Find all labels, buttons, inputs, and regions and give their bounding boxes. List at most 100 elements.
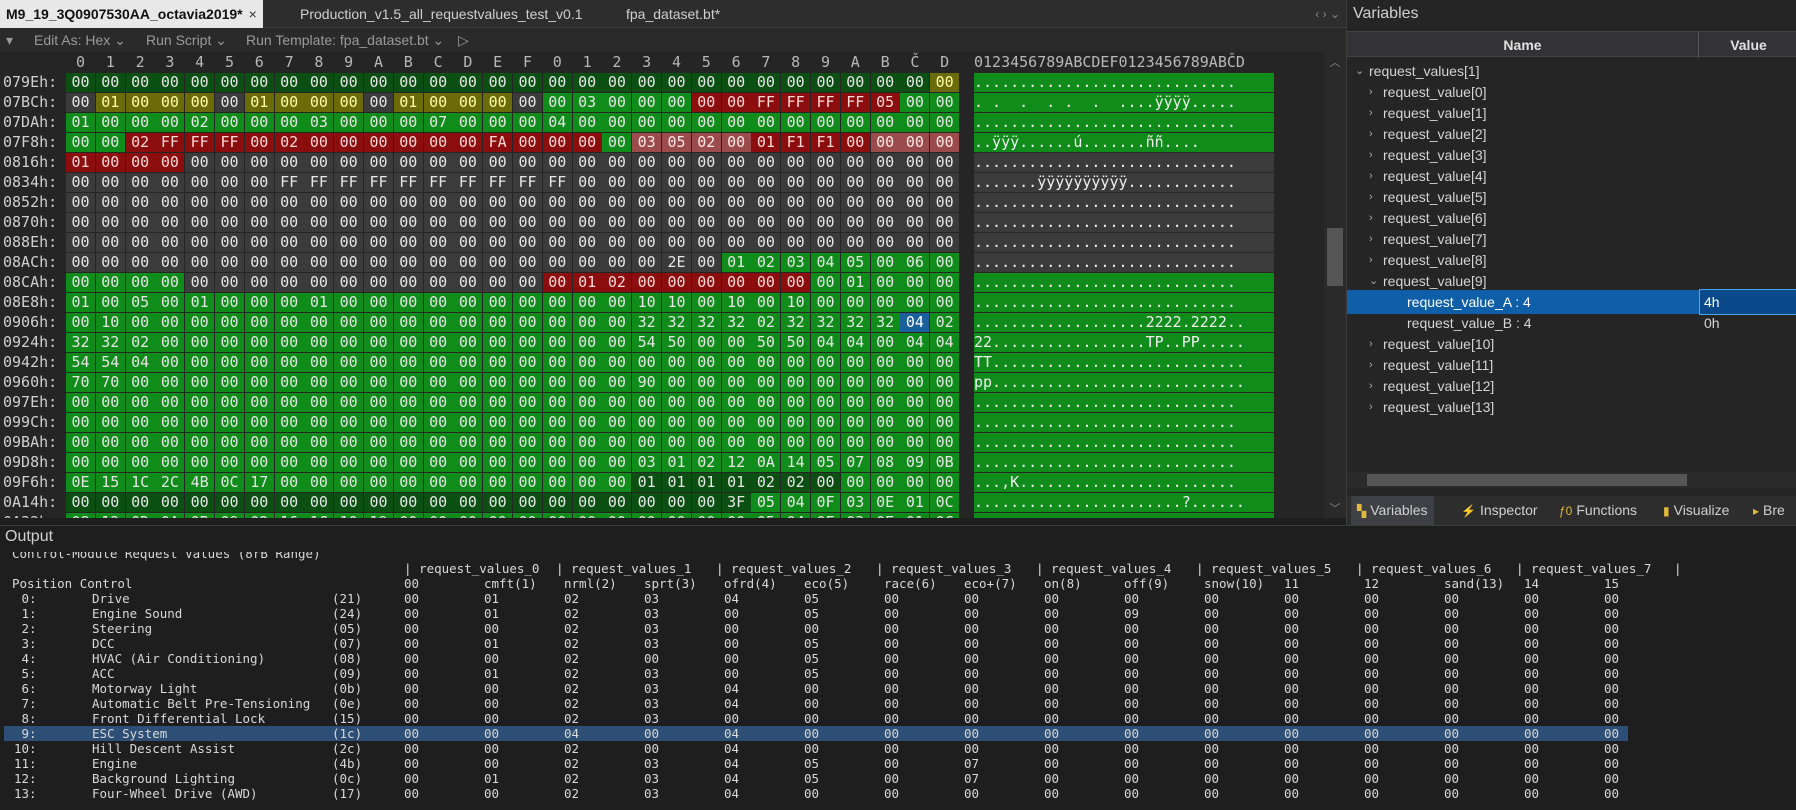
hex-byte[interactable]: 00 <box>215 413 244 432</box>
hex-byte[interactable]: 00 <box>602 233 632 252</box>
hex-byte[interactable]: 90 <box>632 373 662 392</box>
hex-byte[interactable]: 10 <box>334 513 364 518</box>
hex-byte[interactable]: 00 <box>721 193 751 212</box>
hex-byte[interactable]: 00 <box>185 313 215 332</box>
hex-byte[interactable]: 00 <box>900 93 930 112</box>
hex-byte[interactable]: 00 <box>334 113 364 132</box>
hex-byte[interactable]: 00 <box>95 233 125 252</box>
hex-byte[interactable]: 00 <box>781 433 811 452</box>
output-text[interactable]: Control-Module Request Values (8rB Range… <box>0 552 1796 810</box>
hex-byte[interactable]: 00 <box>125 373 155 392</box>
output-row[interactable]: 8: Front Differential Lock (15) 00 00 02 03 00 0… <box>0 711 1796 726</box>
hex-byte[interactable]: 04 <box>930 333 960 352</box>
hex-byte[interactable]: 00 <box>870 353 900 372</box>
hex-byte[interactable]: 00 <box>572 373 602 392</box>
hex-byte[interactable]: 2C <box>155 473 185 492</box>
hex-byte[interactable]: 12 <box>721 453 751 472</box>
hex-byte[interactable]: 03 <box>572 93 602 112</box>
hex-byte[interactable]: 00 <box>691 113 721 132</box>
hex-byte[interactable]: 00 <box>930 93 960 112</box>
hex-byte[interactable]: 02 <box>274 133 304 152</box>
hex-byte[interactable]: 00 <box>840 393 870 412</box>
output-row[interactable]: 13: Four-Wheel Drive (AWD) (17) 00 00 02 03 04 0… <box>0 786 1796 801</box>
hex-byte[interactable]: 00 <box>244 453 274 472</box>
hex-byte[interactable]: 00 <box>453 453 483 472</box>
hex-byte[interactable]: 00 <box>185 333 215 352</box>
hex-byte[interactable]: 00 <box>721 273 751 292</box>
hex-byte[interactable]: 00 <box>483 113 513 132</box>
hex-byte[interactable]: 00 <box>334 473 364 492</box>
hex-byte[interactable]: 00 <box>125 453 155 472</box>
hex-byte[interactable]: FF <box>393 173 423 192</box>
ascii-text[interactable]: ............................. <box>974 253 1274 272</box>
hex-byte[interactable]: 00 <box>602 513 632 518</box>
hex-byte[interactable]: 00 <box>721 333 751 352</box>
hex-byte[interactable]: 00 <box>513 333 542 352</box>
hex-byte[interactable]: 01 <box>304 293 334 312</box>
hex-byte[interactable]: 00 <box>453 153 483 172</box>
hex-byte[interactable]: FF <box>751 93 781 112</box>
hex-byte[interactable]: 00 <box>185 393 215 412</box>
hex-byte[interactable]: 00 <box>900 273 930 292</box>
hex-byte[interactable]: 00 <box>304 433 334 452</box>
hex-byte[interactable]: 00 <box>870 273 900 292</box>
hex-byte[interactable]: 00 <box>632 173 662 192</box>
hex-byte[interactable]: 00 <box>811 373 840 392</box>
hex-byte[interactable]: 00 <box>691 253 721 272</box>
hex-byte[interactable]: 00 <box>572 313 602 332</box>
hex-byte[interactable]: 04 <box>900 333 930 352</box>
hex-byte[interactable]: 00 <box>602 433 632 452</box>
hex-byte[interactable]: 00 <box>364 233 393 252</box>
hex-byte[interactable]: 00 <box>274 493 304 512</box>
hex-byte[interactable]: 00 <box>274 433 304 452</box>
hex-byte[interactable]: 00 <box>423 233 453 252</box>
tab-variables[interactable]: ▚ Variables <box>1351 496 1434 525</box>
hex-byte[interactable]: 00 <box>244 273 274 292</box>
hex-byte[interactable]: 00 <box>274 293 304 312</box>
hex-byte[interactable]: 00 <box>662 93 691 112</box>
hex-byte[interactable]: 02 <box>691 453 721 472</box>
hex-byte[interactable]: 03 <box>304 113 334 132</box>
hex-byte[interactable]: 00 <box>334 233 364 252</box>
tab-octavia2019[interactable]: M9_19_3Q0907530AA_octavia2019* × <box>0 0 263 28</box>
ascii-text[interactable]: ............................. <box>974 273 1274 292</box>
hex-byte[interactable]: 1C <box>304 513 334 518</box>
hex-byte[interactable]: 00 <box>721 413 751 432</box>
hex-byte[interactable]: 00 <box>691 433 721 452</box>
hex-byte[interactable]: 00 <box>602 173 632 192</box>
hex-byte[interactable]: 00 <box>244 333 274 352</box>
hex-byte[interactable]: 00 <box>364 393 393 412</box>
hex-byte[interactable]: 00 <box>244 433 274 452</box>
hex-byte[interactable]: 00 <box>304 253 334 272</box>
hex-byte[interactable]: 00 <box>751 73 781 92</box>
hex-byte[interactable]: 00 <box>423 213 453 232</box>
hex-byte[interactable]: 00 <box>811 273 840 292</box>
hex-byte[interactable]: 14 <box>781 453 811 472</box>
hex-byte[interactable]: 00 <box>453 73 483 92</box>
output-row[interactable]: 4: HVAC (Air Conditioning) (08) 00 00 02 00 00 0… <box>0 651 1796 666</box>
hex-byte[interactable]: 00 <box>215 373 244 392</box>
hex-byte[interactable]: FF <box>542 173 572 192</box>
hex-byte[interactable]: 00 <box>334 293 364 312</box>
hex-byte[interactable]: 00 <box>423 493 453 512</box>
hex-byte[interactable]: 00 <box>155 353 185 372</box>
hex-byte[interactable]: 00 <box>691 233 721 252</box>
hex-byte[interactable]: 00 <box>393 213 423 232</box>
hex-byte[interactable]: 00 <box>513 293 542 312</box>
ascii-text[interactable]: ............................. <box>974 193 1274 212</box>
hex-byte[interactable]: 00 <box>155 273 185 292</box>
hex-byte[interactable]: 00 <box>840 293 870 312</box>
hex-byte[interactable]: 00 <box>840 353 870 372</box>
hex-byte[interactable]: 00 <box>691 153 721 172</box>
hex-byte[interactable]: 00 <box>155 193 185 212</box>
hex-byte[interactable]: 00 <box>274 473 304 492</box>
hex-byte[interactable]: 00 <box>95 193 125 212</box>
hex-byte[interactable]: 00 <box>125 433 155 452</box>
hex-byte[interactable]: 00 <box>781 213 811 232</box>
hex-byte[interactable]: 00 <box>602 133 632 152</box>
hex-byte[interactable]: 00 <box>423 293 453 312</box>
hex-byte[interactable]: 00 <box>364 373 393 392</box>
hex-byte[interactable]: 00 <box>840 113 870 132</box>
hex-byte[interactable]: 00 <box>870 233 900 252</box>
hex-byte[interactable]: 00 <box>125 493 155 512</box>
